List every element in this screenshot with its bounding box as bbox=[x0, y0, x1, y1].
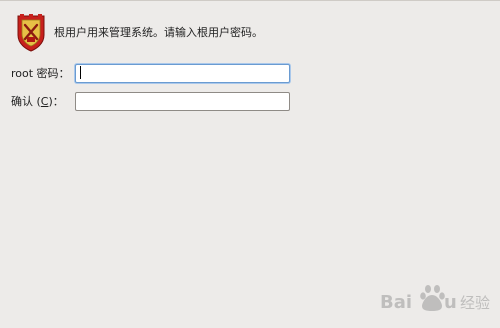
confirm-password-row: 确认 (C)： bbox=[11, 90, 290, 112]
installer-panel: 根用户用来管理系统。请输入根用户密码。 root 密码： 确认 (C)： Bai… bbox=[0, 0, 500, 328]
svg-text:经验: 经验 bbox=[460, 294, 490, 312]
confirm-password-label: 确认 (C)： bbox=[11, 95, 64, 108]
root-password-instructions: 根用户用来管理系统。请输入根用户密码。 bbox=[54, 26, 263, 39]
text-caret bbox=[80, 66, 81, 79]
shield-icon bbox=[17, 14, 45, 52]
root-password-label: root 密码： bbox=[11, 67, 70, 80]
svg-text:u: u bbox=[444, 292, 457, 313]
confirm-password-input[interactable] bbox=[75, 91, 290, 111]
root-password-input[interactable] bbox=[75, 63, 290, 83]
root-password-row: root 密码： bbox=[11, 62, 290, 84]
baidu-watermark-logo: Bai u 经验 bbox=[380, 285, 490, 313]
svg-text:Bai: Bai bbox=[380, 292, 412, 313]
